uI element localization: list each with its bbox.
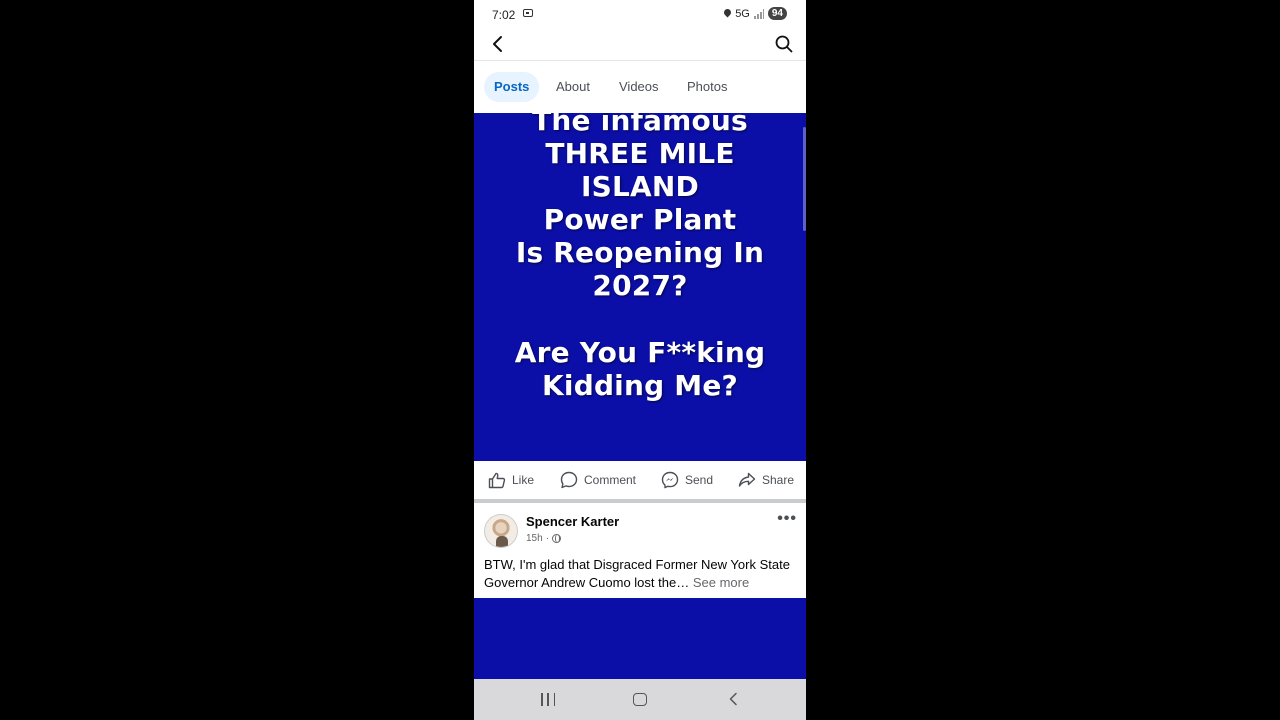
globe-icon	[552, 534, 562, 543]
location-icon	[724, 9, 731, 18]
reaction-actions: Like Comment Send Share	[474, 461, 806, 499]
video-subline: Are You F**king Kidding Me?	[514, 336, 766, 402]
video-headline: The infamous THREE MILE ISLAND Power Pla…	[515, 113, 765, 302]
status-time: 7:02	[492, 8, 516, 22]
share-label: Share	[762, 473, 795, 487]
meta-separator: ·	[545, 533, 550, 544]
share-button[interactable]: Share	[738, 461, 794, 499]
video-player[interactable]: The infamous THREE MILE ISLAND Power Pla…	[474, 113, 806, 461]
back-button[interactable]	[486, 32, 510, 56]
share-icon	[738, 472, 756, 487]
more-options-button[interactable]: •••	[777, 511, 797, 527]
send-button[interactable]: Send	[661, 461, 713, 499]
send-label: Send	[685, 473, 714, 487]
like-label: Like	[512, 473, 535, 487]
phone-screen: 7:02 5G 94 Posts About Videos Photos The…	[474, 0, 806, 720]
search-icon	[775, 35, 793, 53]
battery-badge: 94	[767, 7, 787, 20]
messenger-icon	[661, 471, 679, 489]
scrollbar[interactable]	[803, 127, 806, 231]
comment-button[interactable]: Comment	[560, 461, 636, 499]
system-nav-bar	[474, 679, 806, 720]
tab-about[interactable]: About	[546, 72, 600, 102]
comment-label: Comment	[584, 473, 637, 487]
post-text: BTW, I'm glad that Disgraced Former New …	[484, 556, 800, 592]
tab-videos[interactable]: Videos	[609, 72, 669, 102]
see-more-link[interactable]: See more	[693, 575, 749, 590]
chevron-left-icon	[493, 36, 502, 52]
feed-post: Spencer Karter 15h · ••• BTW, I'm glad t…	[474, 503, 806, 598]
like-button[interactable]: Like	[488, 461, 534, 499]
post-time[interactable]: 15h	[526, 533, 543, 544]
comment-icon	[560, 471, 578, 489]
status-bar: 7:02 5G 94	[474, 0, 806, 28]
home-icon[interactable]	[633, 693, 647, 706]
signal-icon	[753, 8, 764, 19]
profile-tabs: Posts About Videos Photos	[474, 61, 806, 113]
avatar[interactable]	[484, 514, 518, 548]
screenshot-icon	[523, 9, 533, 17]
post-author[interactable]: Spencer Karter	[526, 514, 619, 529]
status-indicators: 5G 94	[724, 7, 787, 20]
search-button[interactable]	[772, 32, 796, 56]
tab-posts[interactable]: Posts	[484, 72, 540, 102]
next-video-preview[interactable]	[474, 598, 806, 679]
thumbs-up-icon	[488, 472, 506, 488]
tab-photos[interactable]: Photos	[677, 72, 737, 102]
network-label: 5G	[735, 7, 750, 20]
post-meta: 15h ·	[526, 533, 562, 544]
app-bar	[474, 28, 806, 60]
recents-icon[interactable]	[541, 693, 555, 706]
back-icon[interactable]	[727, 692, 741, 706]
